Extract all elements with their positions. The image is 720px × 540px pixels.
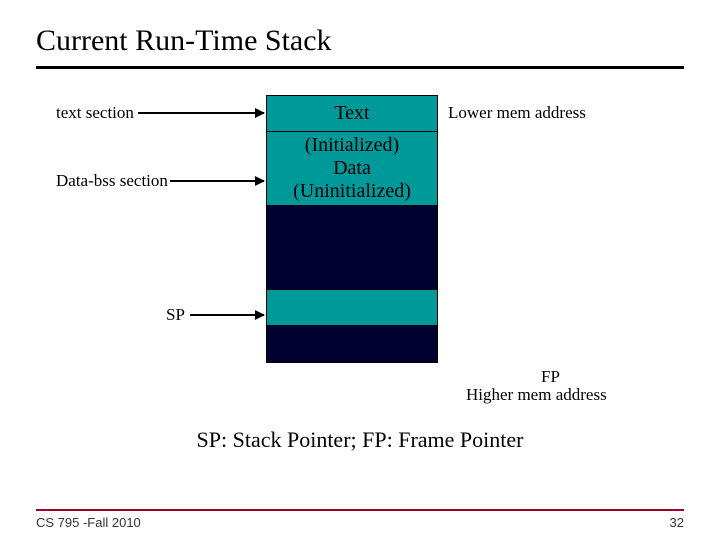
label-data-bss-section: Data-bss section [56,171,168,191]
segment-data: (Initialized) Data (Uninitialized) [267,132,437,206]
title-rule [36,66,684,69]
arrow-sp [190,314,264,316]
label-sp: SP [166,305,185,325]
memory-diagram: text section Data-bss section SP Lower m… [36,89,684,419]
label-lower-mem: Lower mem address [448,103,586,123]
segment-frame [267,326,437,362]
footer-page-number: 32 [670,515,684,530]
label-higher-mem: Higher mem address [466,385,607,405]
slide-title: Current Run-Time Stack [36,24,684,58]
segment-stack [267,290,437,326]
footer-rule [36,509,684,511]
footer-course: CS 795 -Fall 2010 [36,515,141,530]
memory-column: Text (Initialized) Data (Uninitialized) [266,95,438,363]
footer: CS 795 -Fall 2010 32 [0,509,720,530]
segment-data-uninit: (Uninitialized) [293,180,411,203]
label-fp: FP [541,367,560,387]
arrow-text-section [138,112,264,114]
segment-text: Text [267,96,437,132]
arrow-data-bss [170,180,264,182]
segment-data-mid: Data [333,157,371,180]
caption: SP: Stack Pointer; FP: Frame Pointer [36,427,684,453]
segment-data-init: (Initialized) [305,134,399,157]
segment-gap [267,206,437,290]
label-text-section: text section [56,103,134,123]
